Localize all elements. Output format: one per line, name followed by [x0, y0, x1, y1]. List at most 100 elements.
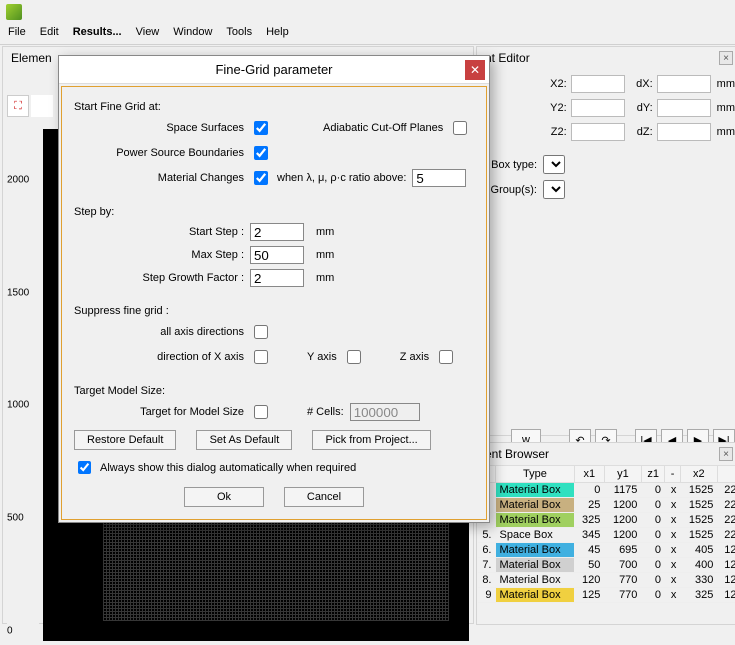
start-step-field[interactable] — [250, 223, 304, 241]
table-row[interactable]: 5.Space Box34512000x152522 — [478, 528, 735, 543]
table-row[interactable]: 6.Material Box456950x40512 — [478, 543, 735, 558]
step-by-label: Step by: — [74, 206, 474, 218]
table-row[interactable]: Material Box32512000x152522 — [478, 513, 735, 528]
y-axis-checkbox[interactable] — [347, 350, 361, 364]
z-axis-label: Z axis — [400, 351, 429, 363]
elements-title: Elemen — [11, 51, 52, 65]
browser-title: ent Browser — [485, 447, 549, 461]
max-step-label: Max Step : — [74, 249, 244, 261]
menubar: File Edit Results... View Window Tools H… — [0, 20, 735, 45]
z-axis-checkbox[interactable] — [439, 350, 453, 364]
column-header[interactable]: Type — [496, 466, 575, 483]
element-browser-panel: ent Browser × Typex1y1z1-x2 Material Box… — [476, 442, 735, 625]
unit-mm: mm — [717, 78, 735, 90]
column-header[interactable]: x2 — [680, 466, 717, 483]
dz-label: dZ: — [629, 126, 653, 138]
ok-button[interactable]: Ok — [184, 487, 264, 507]
column-header[interactable]: y1 — [604, 466, 641, 483]
app-icon — [6, 4, 22, 20]
cancel-button[interactable]: Cancel — [284, 487, 364, 507]
target-for-label: Target for Model Size — [74, 406, 244, 418]
unit-mm: mm — [316, 249, 334, 261]
fit-extents-button[interactable]: ⛶ — [7, 95, 29, 117]
x2-field[interactable] — [571, 75, 625, 93]
cells-label: # Cells: — [307, 406, 344, 418]
column-header[interactable]: x1 — [574, 466, 604, 483]
ruler-tick: 1500 — [7, 287, 39, 298]
target-size-label: Target Model Size: — [74, 385, 474, 397]
table-row[interactable]: 9Material Box1257700x32512 — [478, 588, 735, 603]
dy-field[interactable] — [657, 99, 711, 117]
column-header[interactable]: z1 — [641, 466, 665, 483]
boxtype-combo[interactable] — [543, 155, 565, 174]
menu-tools[interactable]: Tools — [226, 26, 252, 38]
tool-button[interactable] — [31, 95, 53, 117]
unit-mm: mm — [717, 126, 735, 138]
table-row[interactable]: 7.Material Box507000x40012 — [478, 558, 735, 573]
element-editor-panel: nt Editor × X2: dX: mm Y2: dY: mm Z2: dZ… — [476, 46, 735, 436]
dialog-title: Fine-Grid parameter — [215, 62, 332, 77]
adiabatic-checkbox[interactable] — [453, 121, 467, 135]
restore-default-button[interactable]: Restore Default — [74, 430, 176, 450]
growth-factor-field[interactable] — [250, 269, 304, 287]
power-source-label: Power Source Boundaries — [74, 147, 244, 159]
dir-x-checkbox[interactable] — [254, 350, 268, 364]
dy-label: dY: — [629, 102, 653, 114]
browser-table[interactable]: Typex1y1z1-x2 Material Box011750x152522M… — [477, 465, 735, 603]
column-header[interactable] — [717, 466, 735, 483]
adiabatic-label: Adiabatic Cut-Off Planes — [323, 122, 443, 134]
menu-view[interactable]: View — [136, 26, 160, 38]
groups-label: Group(s): — [483, 184, 537, 196]
table-row[interactable]: Material Box011750x152522 — [478, 483, 735, 498]
editor-title: nt Editor — [485, 51, 530, 65]
close-icon[interactable]: × — [719, 447, 733, 461]
unit-mm: mm — [717, 102, 735, 114]
dx-field[interactable] — [657, 75, 711, 93]
start-step-label: Start Step : — [74, 226, 244, 238]
groups-combo[interactable] — [543, 180, 565, 199]
column-header[interactable]: - — [665, 466, 680, 483]
space-surfaces-label: Space Surfaces — [74, 122, 244, 134]
z2-field[interactable] — [571, 123, 625, 141]
ruler-tick: 0 — [7, 625, 39, 636]
menu-help[interactable]: Help — [266, 26, 289, 38]
menu-edit[interactable]: Edit — [40, 26, 59, 38]
space-surfaces-checkbox[interactable] — [254, 121, 268, 135]
vertical-ruler: 2000 1500 1000 500 0 — [7, 129, 39, 641]
dialog-close-button[interactable]: ✕ — [465, 60, 485, 80]
cells-field — [350, 403, 420, 421]
suppress-label: Suppress fine grid : — [74, 305, 474, 317]
z2-label: Z2: — [543, 126, 567, 138]
ruler-tick: 1000 — [7, 400, 39, 411]
unit-mm: mm — [316, 226, 334, 238]
pick-from-project-button[interactable]: Pick from Project... — [312, 430, 430, 450]
growth-factor-label: Step Growth Factor : — [74, 272, 244, 284]
material-changes-checkbox[interactable] — [254, 171, 268, 185]
set-as-default-button[interactable]: Set As Default — [196, 430, 292, 450]
max-step-field[interactable] — [250, 246, 304, 264]
y2-field[interactable] — [571, 99, 625, 117]
y2-label: Y2: — [543, 102, 567, 114]
table-row[interactable]: Material Box2512000x152522 — [478, 498, 735, 513]
menu-window[interactable]: Window — [173, 26, 212, 38]
power-source-checkbox[interactable] — [254, 146, 268, 160]
dx-label: dX: — [629, 78, 653, 90]
always-show-label: Always show this dialog automatically wh… — [100, 462, 356, 474]
ruler-tick: 2000 — [7, 175, 39, 186]
boxtype-label: Box type: — [483, 159, 537, 171]
always-show-checkbox[interactable] — [78, 461, 91, 474]
dz-field[interactable] — [657, 123, 711, 141]
when-ratio-label: when λ, μ, ρ·c ratio above: — [277, 172, 406, 184]
all-axis-label: all axis directions — [74, 326, 244, 338]
dir-x-label: direction of X axis — [74, 351, 244, 363]
unit-mm: mm — [316, 272, 334, 284]
all-axis-checkbox[interactable] — [254, 325, 268, 339]
ruler-tick: 500 — [7, 513, 39, 524]
table-row[interactable]: 8.Material Box1207700x33012 — [478, 573, 735, 588]
menu-file[interactable]: File — [8, 26, 26, 38]
close-icon[interactable]: × — [719, 51, 733, 65]
fine-grid-dialog: Fine-Grid parameter ✕ Start Fine Grid at… — [58, 55, 490, 523]
target-for-checkbox[interactable] — [254, 405, 268, 419]
menu-results[interactable]: Results... — [73, 26, 122, 38]
ratio-field[interactable] — [412, 169, 466, 187]
